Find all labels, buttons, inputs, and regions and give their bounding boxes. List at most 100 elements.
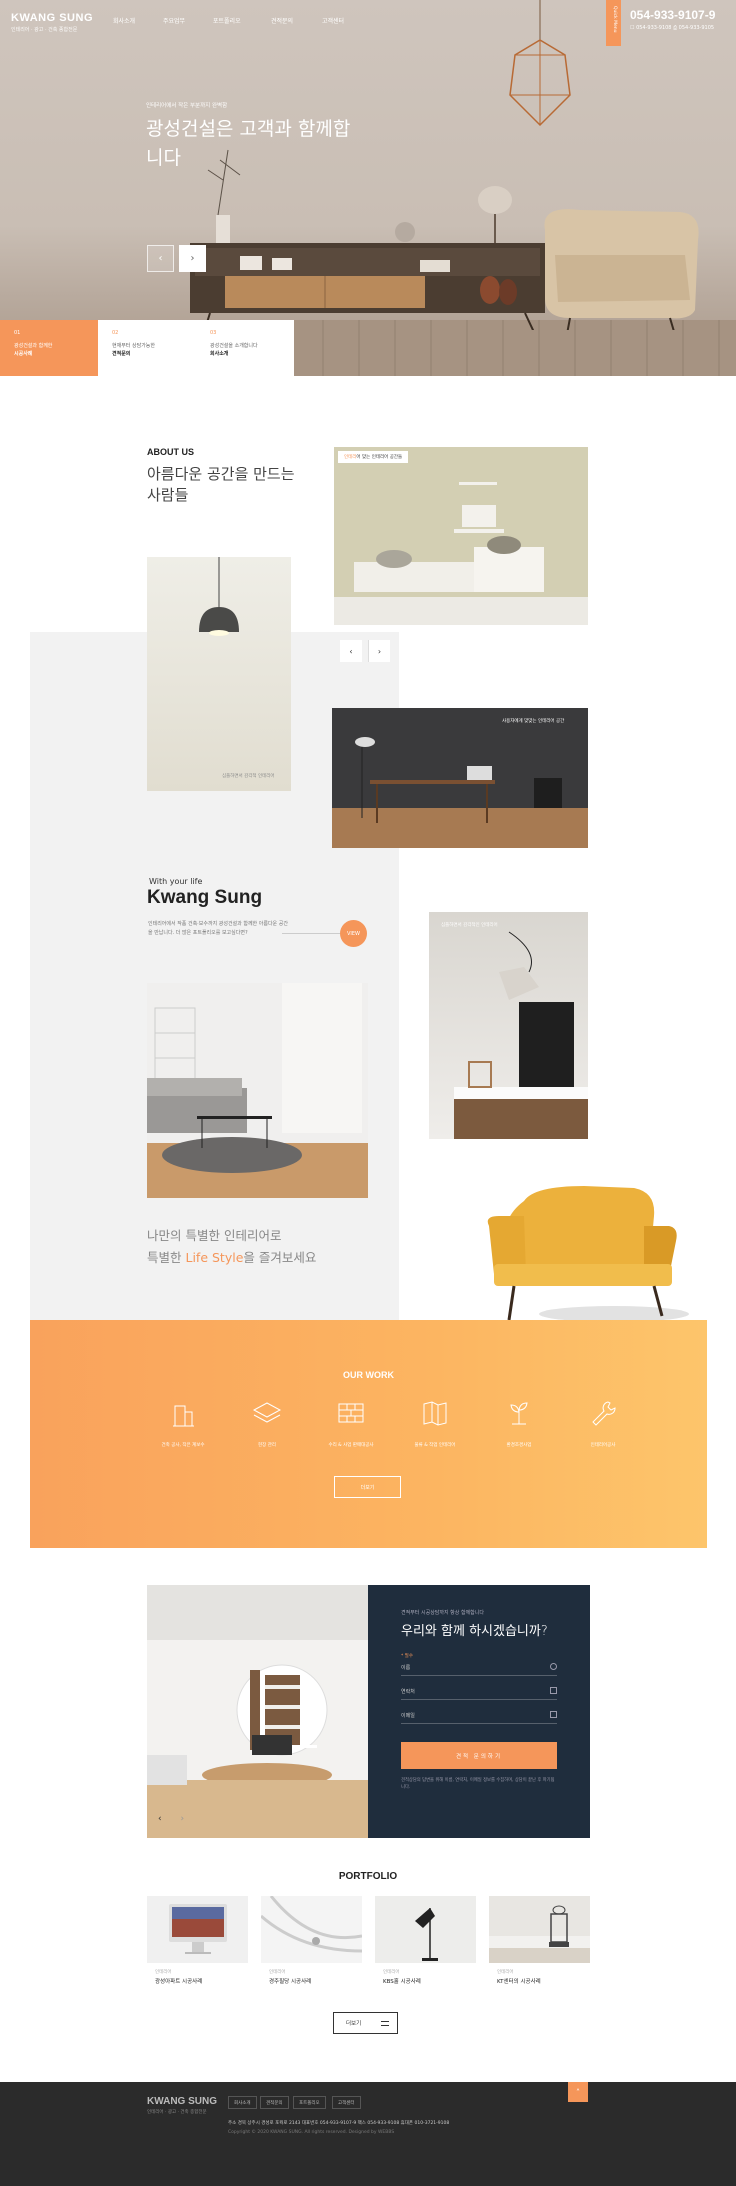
feature-num: 02: [112, 330, 119, 336]
desk-caption: 사용자에게 맞맞는 인테리어 공간: [502, 719, 565, 724]
living-room-image: 인테리어 맞는 인테리어 공간들: [334, 447, 588, 625]
room-prev-button[interactable]: ‹: [158, 1814, 162, 1824]
portfolio-item[interactable]: 인테리어 KBS홀 시공사례: [375, 1896, 476, 1997]
privacy-notice: 견적상담의 답변을 위해 이름, 연락처, 이메일 정보를 수집하며, 상담이 …: [401, 1778, 555, 1790]
special-line1: 나만의 특별한 인테리어로: [147, 1228, 282, 1243]
footer-logo: KWANG SUNG: [147, 2096, 217, 2107]
life-title: Kwang Sung: [147, 887, 263, 908]
work-item-repair[interactable]: 수리 & 사업 판매대공사: [311, 1398, 391, 1448]
mail-icon: [550, 1711, 557, 1718]
about-title: 아름다운 공간을 만드는 사람들: [147, 465, 295, 504]
portfolio-category: 인테리어: [497, 1970, 514, 1975]
life-label: With your life: [149, 877, 203, 886]
menu-icon: [381, 2021, 389, 2026]
layers-icon: [252, 1402, 282, 1423]
feature-estimate[interactable]: 02 현재부터 상담가능한 견적문의: [98, 320, 196, 376]
portfolio-item[interactable]: 인테리어 KT센터의 시공사례: [489, 1896, 590, 1997]
lamp-caption: 심플하면서 감각적 인테리어: [222, 774, 275, 779]
work-more-button[interactable]: 더보기: [334, 1476, 401, 1498]
feature-num: 03: [210, 330, 217, 336]
hero-kicker: 인테리어에서 작은 부분까지 완벽함: [146, 103, 228, 109]
phone-fax-info: ☐ 054-933-9108 ⎙ 054-933-9105: [630, 25, 715, 31]
about-slider-next[interactable]: ›: [368, 640, 390, 662]
work-item-construction[interactable]: 건축 공사, 작은 계보수: [143, 1398, 223, 1448]
work-item-landscape[interactable]: 환경조경사업: [479, 1398, 559, 1448]
portfolio-thumb: [147, 1896, 248, 1963]
phone-icon: [550, 1687, 557, 1694]
nav-about[interactable]: 회사소개: [113, 16, 135, 25]
hero-prev-button[interactable]: ‹: [147, 245, 174, 272]
nav-portfolio[interactable]: 포트폴리오: [213, 16, 241, 25]
scroll-top-button[interactable]: ˄: [568, 2082, 588, 2102]
shelf-caption: 심플하면서 감각적인 인테리어: [441, 923, 498, 928]
monitor-illustration: [169, 1904, 227, 1954]
floor-lamp-illustration: [415, 1908, 438, 1961]
about-slider-prev[interactable]: ‹: [340, 640, 362, 662]
work-item-management[interactable]: 현장 관리: [227, 1398, 307, 1448]
footer-link-support[interactable]: 고객센터: [332, 2096, 361, 2109]
work-item-label: 환경조경사업: [506, 1443, 532, 1448]
work-item-interior[interactable]: 인테리어공사: [563, 1398, 643, 1448]
footer-logo-subtitle: 인테리어 · 광고 · 건축 종합전문: [147, 2110, 207, 2115]
feature-num: 01: [14, 330, 21, 336]
contact-title: 우리와 함께 하시겠습니까?: [401, 1624, 548, 1639]
portfolio-thumb: [489, 1896, 590, 1963]
quick-menu-tab[interactable]: Quick Menu: [606, 0, 621, 46]
portfolio-thumb: [261, 1896, 362, 1963]
nav-work[interactable]: 주요업무: [163, 16, 185, 25]
yellow-armchair-illustration: [487, 1186, 689, 1320]
round-room-illustration: [147, 1585, 368, 1838]
footer-link-portfolio[interactable]: 포트폴리오: [293, 2096, 326, 2109]
footer-copyright: Copyright © 2020 KWANG SUNG. All rights …: [228, 2130, 395, 2135]
about-label: ABOUT US: [147, 447, 194, 457]
logo-subtitle: 인테리어 · 광고 · 건축 종합전문: [11, 27, 78, 33]
pendant-lamp-illustration: [199, 557, 239, 636]
more-button[interactable]: VIEW: [340, 920, 367, 947]
room-tag-text: 어 맞는 인테리어 공간들: [356, 455, 403, 460]
living-room-illustration: [334, 447, 588, 625]
contact-kicker: 견적부터 시공상담까지 항상 함께합니다: [401, 1610, 484, 1616]
shelf-room-image: [429, 912, 588, 1139]
room-next-button[interactable]: ›: [180, 1814, 184, 1824]
required-note: * 필수: [401, 1654, 413, 1659]
portfolio-more-label: 더보기: [346, 2021, 362, 2027]
portfolio-category: 인테리어: [155, 1970, 172, 1975]
submit-button[interactable]: 견적 문의하기: [401, 1742, 557, 1769]
life-description: 인테리어에서 작품 건축·보수까지 광성건설과 함께한 아름다운 공간을 만납니…: [148, 921, 288, 936]
room-tag: 인테리어 맞는 인테리어 공간들: [338, 451, 409, 463]
work-item-label: 건축 공사, 작은 계보수: [161, 1443, 205, 1448]
sprout-icon: [510, 1402, 528, 1425]
nav-support[interactable]: 고객센터: [322, 16, 344, 25]
feature-company[interactable]: 03 광성건설을 소개합니다 회사소개: [196, 320, 294, 376]
portfolio-item[interactable]: 인테리어 광성아파트 시공사례: [147, 1896, 248, 1997]
email-field[interactable]: 이메일: [401, 1705, 557, 1724]
footer-link-about[interactable]: 회사소개: [228, 2096, 257, 2109]
atrium-illustration: [261, 1896, 362, 1963]
email-field-label: 이메일: [401, 1713, 415, 1719]
name-field-label: 이름: [401, 1665, 411, 1671]
footer-info: 주소 경북 상주시 경성로 포웍로 2143 대표번호 054-933-9107…: [228, 2121, 450, 2126]
brick-wall-icon: [338, 1403, 364, 1423]
feature-title: 견적문의: [112, 351, 131, 357]
phone-field[interactable]: 연락처: [401, 1681, 557, 1700]
work-item-label: 현장 관리: [258, 1443, 276, 1448]
nav-estimate[interactable]: 견적문의: [271, 16, 293, 25]
portfolio-item[interactable]: 인테리어 경주필당 시공사례: [261, 1896, 362, 1997]
name-field[interactable]: * 필수 이름: [401, 1654, 557, 1676]
work-item-label: 인테리어공사: [590, 1443, 616, 1448]
special-line2a: 특별한: [147, 1250, 186, 1265]
hero-title: 광성건설은 고객과 함께합니다: [146, 118, 351, 169]
portfolio-name: 경주필당 시공사례: [269, 1979, 312, 1985]
quick-menu-label: Quick Menu: [612, 6, 617, 33]
portfolio-more-button[interactable]: 더보기: [333, 2012, 398, 2034]
work-item-logistics[interactable]: 물류 & 작업 인테리어: [395, 1398, 475, 1448]
room-slider-nav: ‹ ›: [158, 1814, 184, 1824]
living-sofa-illustration: [147, 983, 368, 1198]
feature-case[interactable]: 01 광성건설과 함께한 시공사례: [0, 320, 98, 376]
footer-link-estimate[interactable]: 견적문의: [260, 2096, 289, 2109]
hero-next-button[interactable]: ›: [179, 245, 206, 272]
logo[interactable]: KWANG SUNG 인테리어 · 광고 · 건축 종합전문: [11, 12, 93, 33]
portfolio-title: PORTFOLIO: [338, 1871, 398, 1882]
feature-title: 회사소개: [210, 351, 229, 357]
special-slogan: 나만의 특별한 인테리어로 특별한 Life Style을 즐겨보세요: [147, 1225, 387, 1269]
